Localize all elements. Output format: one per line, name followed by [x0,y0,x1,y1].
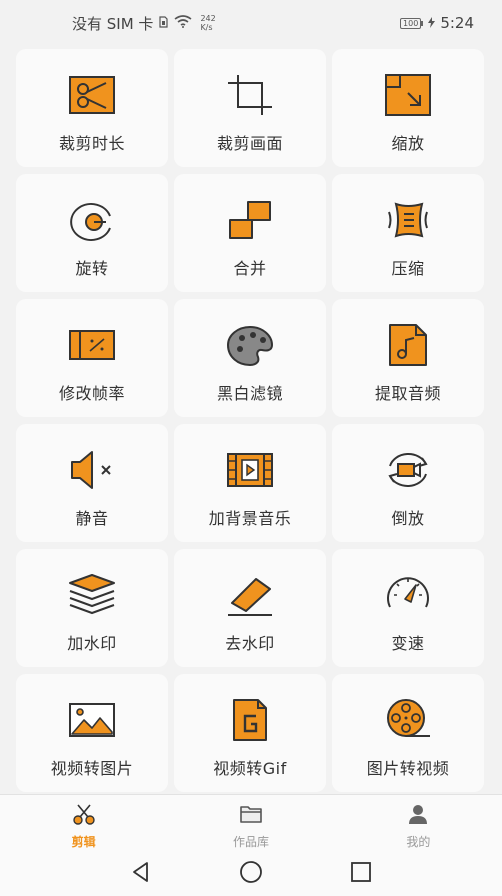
bgm-icon [226,448,274,492]
speedometer-icon [384,573,432,617]
tool-label: 裁剪画面 [216,134,283,153]
tool-label: 压缩 [391,259,425,278]
tool-reverse[interactable]: 倒放 [332,424,484,542]
tool-label: 旋转 [75,259,109,278]
home-icon[interactable] [239,860,263,888]
battery-icon: 100 [400,17,424,29]
image-icon [68,698,116,742]
battery-level: 100 [400,17,422,29]
tool-label: 合并 [233,259,267,278]
tool-merge[interactable]: 合并 [174,174,326,292]
net-speed-value: 242 [200,14,216,23]
compress-icon [384,198,432,242]
tool-mute[interactable]: 静音 [16,424,168,542]
tool-label: 黑白滤镜 [216,384,283,403]
battery-tip [421,20,424,26]
nav-tab-edit[interactable]: 剪辑 [0,795,167,852]
status-left: 没有 SIM 卡 242 K/s [72,13,216,34]
tool-trim-duration[interactable]: 裁剪时长 [16,49,168,167]
status-right: 100 5:24 [400,14,474,32]
palette-icon [226,323,274,367]
merge-icon [226,198,274,242]
audio-file-icon [384,323,432,367]
rotate-icon [68,198,116,242]
nav-label: 作品库 [232,835,269,849]
tool-label: 视频转图片 [50,759,134,778]
tool-add-bgm[interactable]: 加背景音乐 [174,424,326,542]
tool-label: 变速 [391,634,425,653]
tool-speed[interactable]: 变速 [332,549,484,667]
layers-icon [68,573,116,617]
tool-label: 加水印 [67,634,117,653]
tool-label: 视频转Gif [213,759,287,778]
tool-video-to-gif[interactable]: 视频转Gif [174,674,326,792]
tool-framerate[interactable]: 修改帧率 [16,299,168,417]
reverse-icon [384,448,432,492]
gif-file-icon [226,698,274,742]
nav-label: 剪辑 [71,835,96,849]
tool-label: 图片转视频 [366,759,450,778]
tool-label: 加背景音乐 [208,509,292,528]
sim-icon [159,14,169,32]
tool-label: 去水印 [225,634,275,653]
crop-icon [226,73,274,117]
charging-icon [428,14,436,32]
tool-video-to-image[interactable]: 视频转图片 [16,674,168,792]
scissors-icon [68,73,116,117]
scissors-nav-icon [72,803,96,829]
system-nav-bar [0,852,502,896]
tool-crop-frame[interactable]: 裁剪画面 [174,49,326,167]
eraser-icon [226,573,274,617]
tools-grid: 裁剪时长 裁剪画面 缩放 旋转 合并 压缩 修改帧率 黑白滤镜 提取音频 静音 … [16,49,488,792]
wifi-icon [174,14,192,32]
person-icon [406,803,430,829]
carrier-text: 没有 SIM 卡 [72,14,154,33]
tool-label: 修改帧率 [58,384,125,403]
film-reel-icon [384,698,432,742]
tool-label: 静音 [75,509,109,528]
tool-extract-audio[interactable]: 提取音频 [332,299,484,417]
nav-tab-works[interactable]: 作品库 [167,795,334,852]
framerate-icon [68,323,116,367]
tool-label: 倒放 [391,509,425,528]
net-speed-unit: K/s [200,23,213,32]
bottom-nav: 剪辑 作品库 我的 [0,794,502,852]
tool-scale[interactable]: 缩放 [332,49,484,167]
tool-image-to-video[interactable]: 图片转视频 [332,674,484,792]
nav-label: 我的 [406,835,431,849]
tool-add-watermark[interactable]: 加水印 [16,549,168,667]
folder-icon [239,803,263,829]
tool-label: 缩放 [391,134,425,153]
mute-icon [68,448,116,492]
tool-remove-watermark[interactable]: 去水印 [174,549,326,667]
tool-rotate[interactable]: 旋转 [16,174,168,292]
net-speed: 242 K/s [200,14,215,32]
recents-icon[interactable] [349,860,373,888]
tool-label: 提取音频 [374,384,441,403]
status-bar: 没有 SIM 卡 242 K/s 100 5:24 [0,0,502,46]
tool-bw-filter[interactable]: 黑白滤镜 [174,299,326,417]
tool-label: 裁剪时长 [58,134,125,153]
tool-compress[interactable]: 压缩 [332,174,484,292]
nav-tab-mine[interactable]: 我的 [335,795,502,852]
back-icon[interactable] [129,860,153,888]
clock: 5:24 [440,14,474,32]
scale-icon [384,73,432,117]
